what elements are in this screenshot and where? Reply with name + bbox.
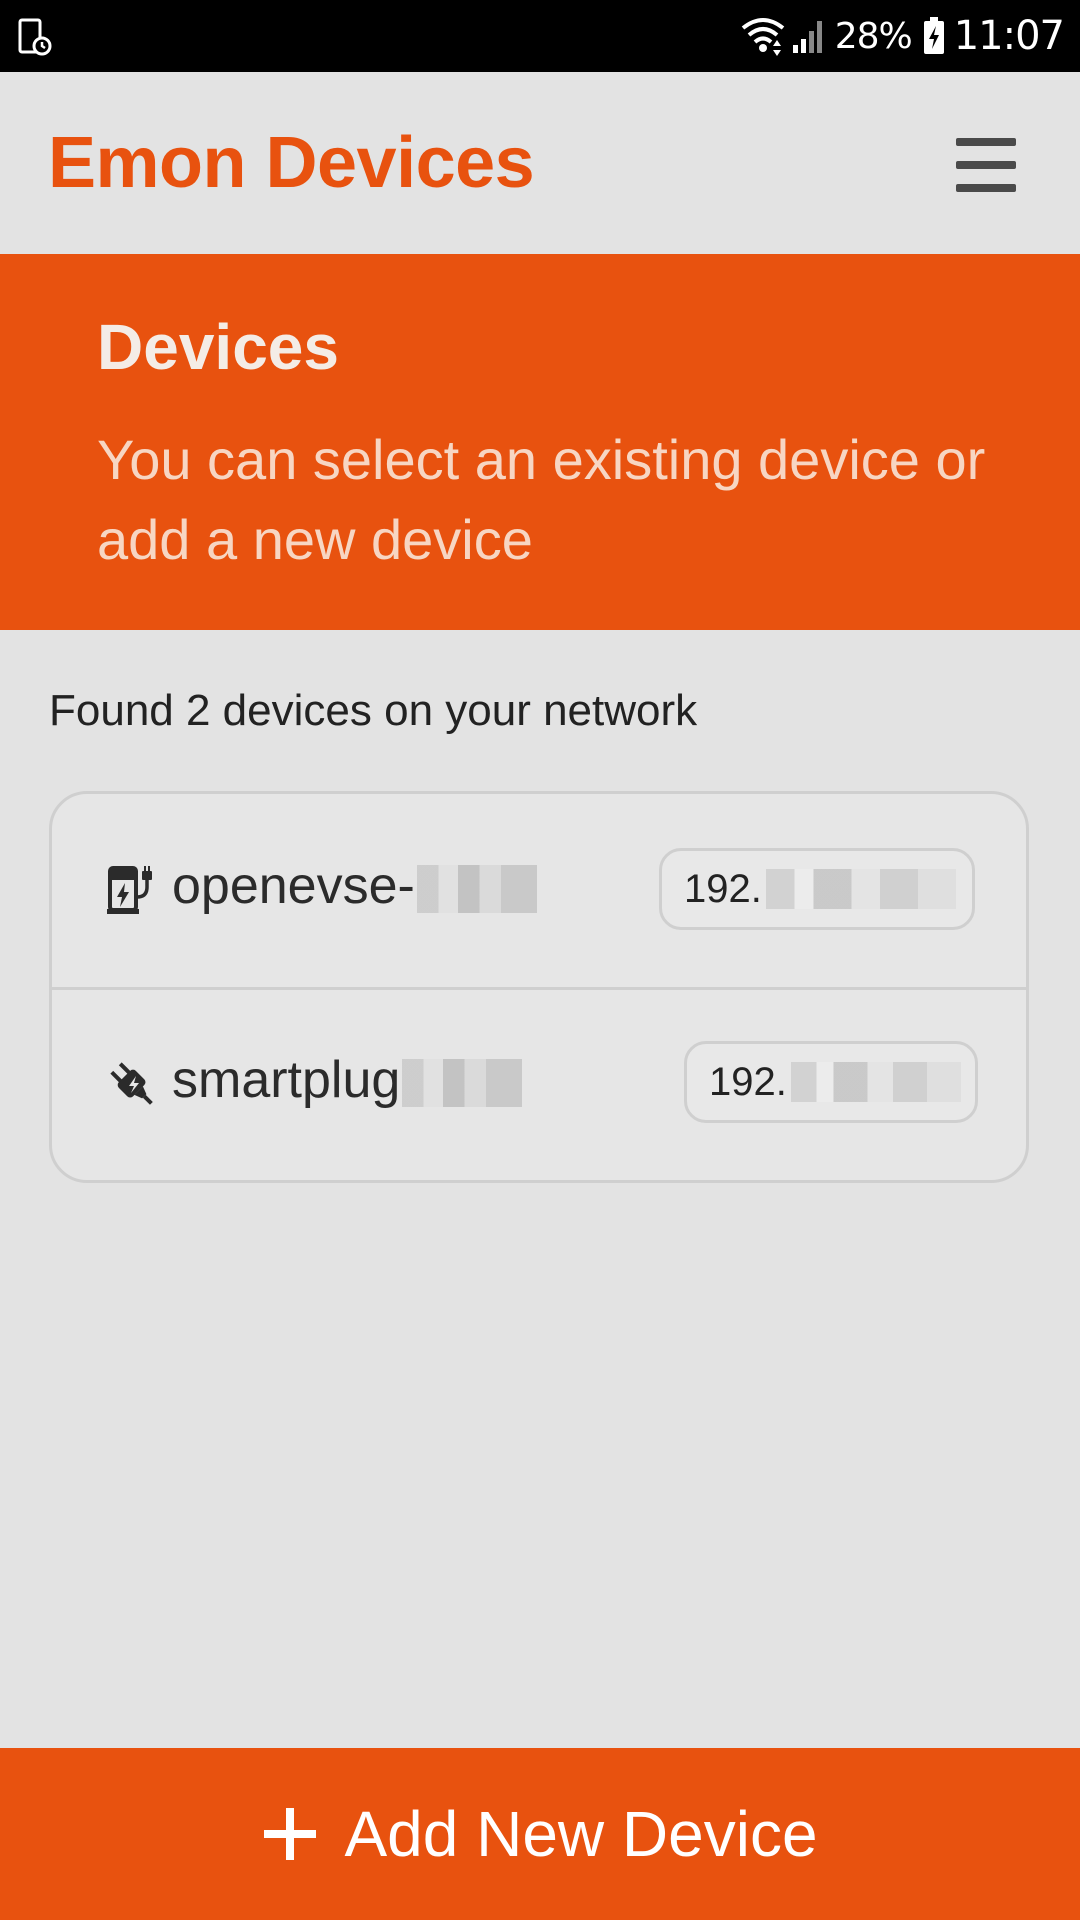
hamburger-menu-icon [956, 138, 1016, 192]
add-new-device-button[interactable]: Add New Device [0, 1748, 1080, 1920]
device-row-smartplug[interactable]: smartplug 192. [52, 990, 1026, 1180]
device-ip-text: 192. [684, 866, 762, 911]
ev-charger-icon [107, 866, 152, 914]
redacted-block [790, 1062, 961, 1102]
device-name: openevse- [172, 856, 537, 916]
status-right: 28% 11:07 [741, 0, 1065, 72]
plus-icon [264, 1808, 317, 1860]
plug-icon [110, 1062, 153, 1105]
clock: 11:07 [953, 13, 1065, 59]
found-devices-text: Found 2 devices on your network [49, 686, 698, 735]
device-ip: 192. [659, 848, 975, 930]
device-name: smartplug [172, 1050, 523, 1110]
signal-icon [792, 21, 822, 53]
app-title: Emon Devices [48, 123, 535, 203]
hero-banner: Devices You can select an existing devic… [0, 254, 1080, 630]
menu-button[interactable] [950, 132, 1022, 198]
device-name-text: smartplug [172, 1051, 401, 1109]
redacted-block [765, 869, 956, 909]
battery-charging-icon [923, 17, 944, 54]
device-list: openevse- 192. smartplug 192. [49, 791, 1029, 1183]
device-name-text: openevse- [172, 857, 415, 915]
device-ip-text: 192. [709, 1059, 787, 1104]
device-row-openevse[interactable]: openevse- 192. [52, 794, 1026, 990]
hero-subtitle: You can select an existing device or add… [97, 428, 986, 571]
app-header: Emon Devices [0, 72, 1080, 254]
battery-percentage: 28% [834, 15, 913, 57]
hero-title: Devices [97, 311, 339, 383]
status-bar: 28% 11:07 [0, 0, 1080, 72]
device-ip: 192. [684, 1041, 978, 1123]
screen-time-icon [18, 18, 52, 56]
redacted-block [416, 865, 537, 914]
redacted-block [402, 1059, 523, 1108]
wifi-icon [741, 18, 784, 56]
add-new-device-label: Add New Device [344, 1798, 818, 1870]
